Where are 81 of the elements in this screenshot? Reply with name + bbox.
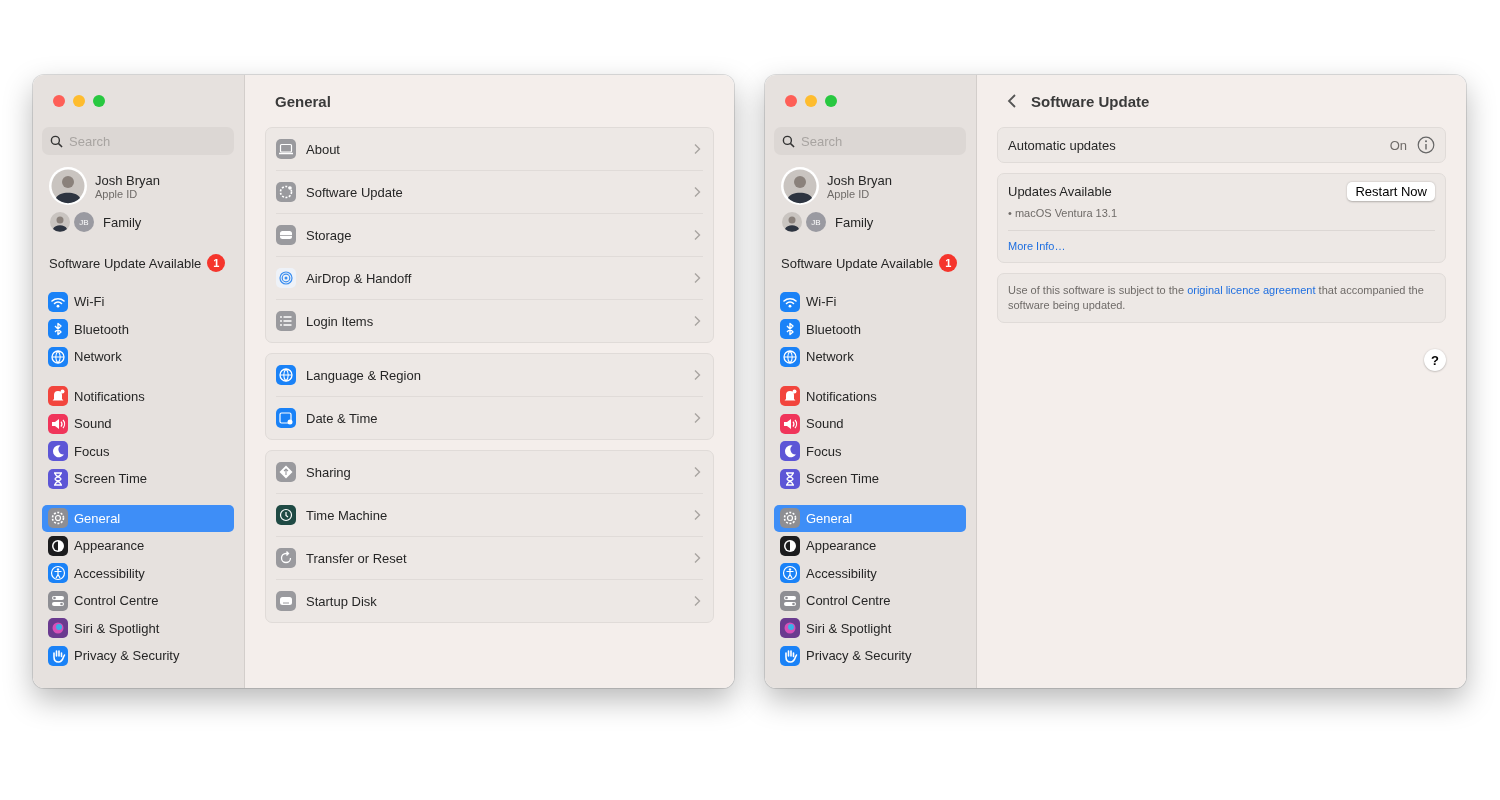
settings-row[interactable]: Sharing <box>276 451 703 494</box>
minimize-button[interactable] <box>73 95 85 107</box>
page-title: General <box>275 92 331 110</box>
more-info-link[interactable]: More Info… <box>1008 240 1435 252</box>
zoom-button[interactable] <box>825 95 837 107</box>
update-item: • macOS Ventura 13.1 <box>1008 207 1119 219</box>
sidebar-item[interactable]: Sound <box>42 410 234 438</box>
avatar-silhouette <box>782 212 802 232</box>
settings-row[interactable]: Startup Disk <box>276 580 703 622</box>
close-button[interactable] <box>785 95 797 107</box>
chevron-icon <box>693 552 701 564</box>
sidebar-item[interactable]: Notifications <box>42 382 234 410</box>
family-label[interactable]: Family <box>103 214 142 230</box>
initials-avatar: JB <box>74 212 94 232</box>
section-title: Updates Available <box>1008 184 1113 199</box>
avatar-silhouette[interactable] <box>49 167 87 205</box>
chevron-icon <box>693 272 701 284</box>
sidebar-item[interactable]: Privacy & Security <box>42 642 234 670</box>
sidebar-item[interactable]: Notifications <box>774 382 966 410</box>
chevron-icon <box>693 229 701 241</box>
settings-row[interactable]: Time Machine <box>276 494 703 537</box>
licence-text: Use of this software is subject to the original licence agreement that accompanied the software being updated. <box>1008 283 1425 313</box>
settings-row[interactable]: AirDrop & Handoff <box>276 257 703 300</box>
update-notice[interactable]: Software Update Available <box>781 255 934 271</box>
avatar-silhouette[interactable] <box>781 167 819 205</box>
sidebar-item[interactable]: Focus <box>774 437 966 465</box>
minimize-button[interactable] <box>805 95 817 107</box>
sidebar-item[interactable]: Bluetooth <box>42 315 234 343</box>
chevron-icon <box>693 143 701 155</box>
setting-value: On <box>1389 137 1407 153</box>
profile-subtitle: Apple ID <box>827 187 870 200</box>
sidebar-item[interactable]: Screen Time <box>42 465 234 493</box>
avatar-silhouette <box>50 212 70 232</box>
settings-row[interactable]: Login Items <box>276 300 703 342</box>
chevron-icon <box>693 509 701 521</box>
page-title: Software Update <box>1031 92 1150 110</box>
profile-subtitle: Apple ID <box>95 187 138 200</box>
licence-link[interactable]: original licence agreement <box>1187 284 1316 296</box>
sidebar-item[interactable]: Siri & Spotlight <box>774 614 966 642</box>
settings-row[interactable]: Storage <box>276 214 703 257</box>
sidebar-item[interactable]: Wi-Fi <box>774 288 966 316</box>
settings-row[interactable]: Transfer or Reset <box>276 537 703 580</box>
sidebar-item[interactable]: Network <box>774 343 966 371</box>
sidebar-item[interactable]: Accessibility <box>774 559 966 587</box>
sidebar-item[interactable]: Control Centre <box>774 587 966 615</box>
chevron-icon <box>693 315 701 327</box>
restart-now-button[interactable]: Restart Now <box>1347 182 1435 201</box>
help-button[interactable]: ? <box>1424 349 1446 371</box>
sidebar-item[interactable]: Appearance <box>774 532 966 560</box>
chevron-icon <box>693 186 701 198</box>
chevron-icon <box>693 369 701 381</box>
chevron-icon <box>693 412 701 424</box>
info-icon[interactable] <box>1417 136 1435 154</box>
sidebar-item[interactable]: Network <box>42 343 234 371</box>
chevron-icon <box>693 595 701 607</box>
sidebar-item[interactable]: Appearance <box>42 532 234 560</box>
sidebar-item[interactable]: Control Centre <box>42 587 234 615</box>
sidebar-item[interactable]: Accessibility <box>42 559 234 587</box>
sidebar-item[interactable]: Focus <box>42 437 234 465</box>
settings-row[interactable]: Date & Time <box>276 397 703 439</box>
count-badge: 1 <box>939 254 958 272</box>
sidebar-item[interactable]: Siri & Spotlight <box>42 614 234 642</box>
settings-row[interactable]: About <box>276 128 703 171</box>
zoom-button[interactable] <box>93 95 105 107</box>
close-button[interactable] <box>53 95 65 107</box>
sidebar-item[interactable]: Screen Time <box>774 465 966 493</box>
update-notice[interactable]: Software Update Available <box>49 255 202 271</box>
settings-row[interactable]: Language & Region <box>276 354 703 397</box>
profile-name[interactable]: Josh Bryan <box>95 172 161 188</box>
chevron-icon <box>693 466 701 478</box>
back-button[interactable] <box>1007 93 1017 109</box>
sidebar-item[interactable]: Sound <box>774 410 966 438</box>
sidebar-item[interactable]: Wi-Fi <box>42 288 234 316</box>
settings-row[interactable]: Software Update <box>276 171 703 214</box>
count-badge: 1 <box>207 254 226 272</box>
family-label[interactable]: Family <box>835 214 874 230</box>
profile-name[interactable]: Josh Bryan <box>827 172 893 188</box>
initials-avatar: JB <box>806 212 826 232</box>
sidebar-item[interactable]: Privacy & Security <box>774 642 966 670</box>
sidebar-item[interactable]: Bluetooth <box>774 315 966 343</box>
setting-label: Automatic updates <box>1008 137 1117 153</box>
